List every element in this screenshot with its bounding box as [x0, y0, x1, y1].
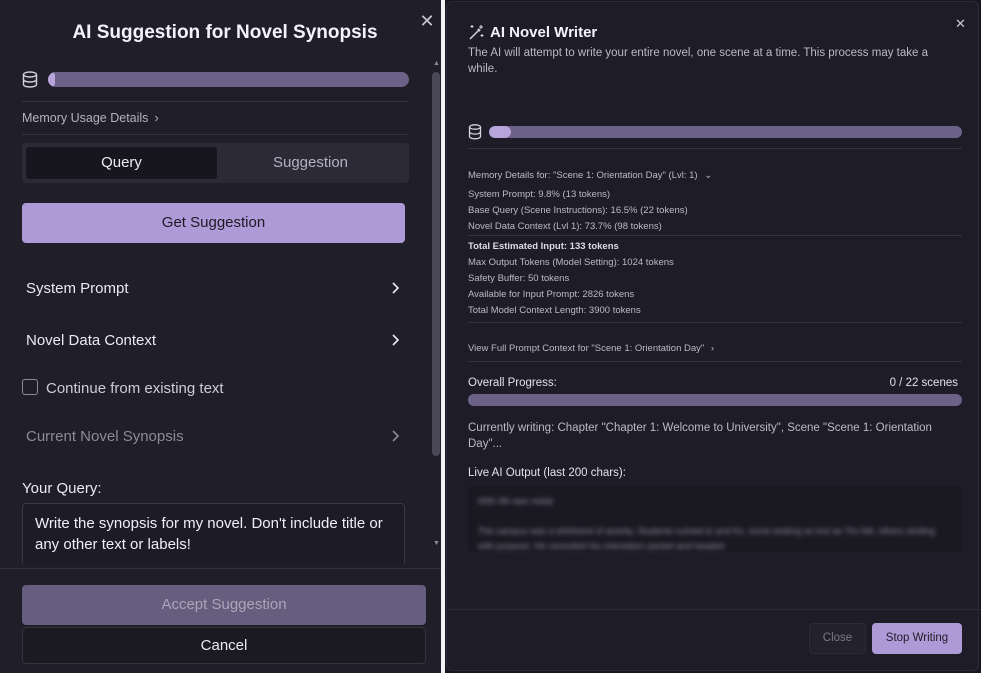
divider	[468, 322, 962, 323]
novel-data-context-section[interactable]: Novel Data Context	[26, 329, 400, 353]
get-suggestion-button[interactable]: Get Suggestion	[22, 203, 405, 243]
memory-details-toggle[interactable]: Memory Details for: "Scene 1: Orientatio…	[468, 170, 712, 181]
your-query-label: Your Query:	[22, 480, 102, 497]
current-novel-synopsis-section[interactable]: Current Novel Synopsis	[26, 425, 400, 449]
scroll-down-icon[interactable]: ▼	[433, 540, 440, 547]
ai-novel-writer-dialog: ✕ AI Novel Writer The AI will attempt to…	[445, 0, 981, 673]
live-output-box: With life was ready The campus was a whi…	[468, 486, 962, 552]
divider	[0, 568, 441, 569]
total-model-context-length: Total Model Context Length: 3900 tokens	[468, 305, 641, 316]
database-icon	[22, 71, 38, 88]
safety-buffer: Safety Buffer: 50 tokens	[468, 273, 570, 284]
divider	[468, 235, 962, 236]
system-prompt-label: System Prompt	[26, 280, 129, 297]
divider	[22, 134, 409, 135]
stop-writing-button[interactable]: Stop Writing	[872, 623, 962, 654]
memory-usage-bar	[489, 126, 962, 138]
chevron-right-icon	[392, 282, 400, 294]
synopsis-suggestion-dialog: ✕ AI Suggestion for Novel Synopsis Memor…	[0, 0, 441, 673]
divider	[22, 101, 409, 102]
scroll-up-icon[interactable]: ▲	[433, 60, 440, 67]
chevron-right-icon	[392, 430, 400, 442]
live-output-text: With life was ready The campus was a whi…	[478, 496, 936, 551]
memory-usage-bar	[48, 72, 409, 87]
chevron-right-icon: ›	[154, 111, 159, 125]
max-output-tokens: Max Output Tokens (Model Setting): 1024 …	[468, 257, 674, 268]
dialog-title: AI Suggestion for Novel Synopsis	[72, 22, 378, 43]
scrollbar-thumb[interactable]	[432, 72, 440, 456]
cancel-button[interactable]: Cancel	[22, 627, 426, 664]
novel-data-context-label: Novel Data Context	[26, 332, 157, 349]
continue-from-existing-label: Continue from existing text	[46, 380, 224, 397]
currently-writing-status: Currently writing: Chapter "Chapter 1: W…	[468, 422, 932, 450]
breakdown-novel-data-context: Novel Data Context (Lvl 1): 73.7% (98 to…	[468, 221, 662, 232]
tab-query[interactable]: Query	[26, 147, 217, 179]
continue-from-existing-checkbox[interactable]	[22, 379, 38, 395]
memory-usage-fill	[48, 72, 56, 87]
memory-usage-details-link[interactable]: Memory Usage Details ›	[22, 111, 159, 125]
memory-usage-fill	[489, 126, 512, 138]
memory-usage-row	[468, 124, 962, 140]
overall-progress-bar	[468, 394, 962, 406]
breakdown-system-prompt: System Prompt: 9.8% (13 tokens)	[468, 189, 611, 200]
breakdown-base-query: Base Query (Scene Instructions): 16.5% (…	[468, 205, 688, 216]
available-input-prompt: Available for Input Prompt: 2826 tokens	[468, 289, 635, 300]
dialog-panel: ✕ AI Novel Writer The AI will attempt to…	[446, 1, 981, 671]
dialog-description: The AI will attempt to write your entire…	[468, 47, 928, 75]
memory-usage-details-label: Memory Usage Details	[22, 111, 149, 125]
memory-details-title: Memory Details for: "Scene 1: Orientatio…	[468, 170, 698, 181]
divider	[468, 148, 962, 149]
chevron-right-icon	[392, 334, 400, 346]
tab-suggestion[interactable]: Suggestion	[215, 147, 406, 179]
database-icon	[468, 124, 482, 140]
close-icon[interactable]: ✕	[955, 16, 966, 32]
accept-suggestion-button[interactable]: Accept Suggestion	[22, 585, 426, 625]
overall-progress-label: Overall Progress:	[468, 377, 557, 389]
magic-wand-icon	[469, 25, 484, 40]
chevron-right-icon: ›	[710, 343, 715, 354]
system-prompt-section[interactable]: System Prompt	[26, 277, 400, 301]
close-button[interactable]: Close	[809, 623, 866, 654]
total-estimated-input: Total Estimated Input: 133 tokens	[468, 241, 619, 252]
progress-count: 0 / 22 scenes	[889, 377, 958, 389]
dialog-title: AI Novel Writer	[490, 24, 598, 41]
memory-usage-row	[22, 68, 409, 90]
query-suggestion-tabs: Query Suggestion	[22, 143, 409, 183]
view-full-prompt-link[interactable]: View Full Prompt Context for "Scene 1: O…	[468, 343, 714, 354]
query-textarea[interactable]: Write the synopsis for my novel. Don't i…	[22, 503, 405, 563]
live-output-label: Live AI Output (last 200 chars):	[468, 467, 626, 479]
current-novel-synopsis-label: Current Novel Synopsis	[26, 428, 184, 445]
divider	[468, 361, 962, 362]
divider	[448, 609, 981, 610]
view-full-prompt-label: View Full Prompt Context for "Scene 1: O…	[468, 343, 705, 354]
chevron-down-icon: ⌄	[704, 170, 713, 181]
